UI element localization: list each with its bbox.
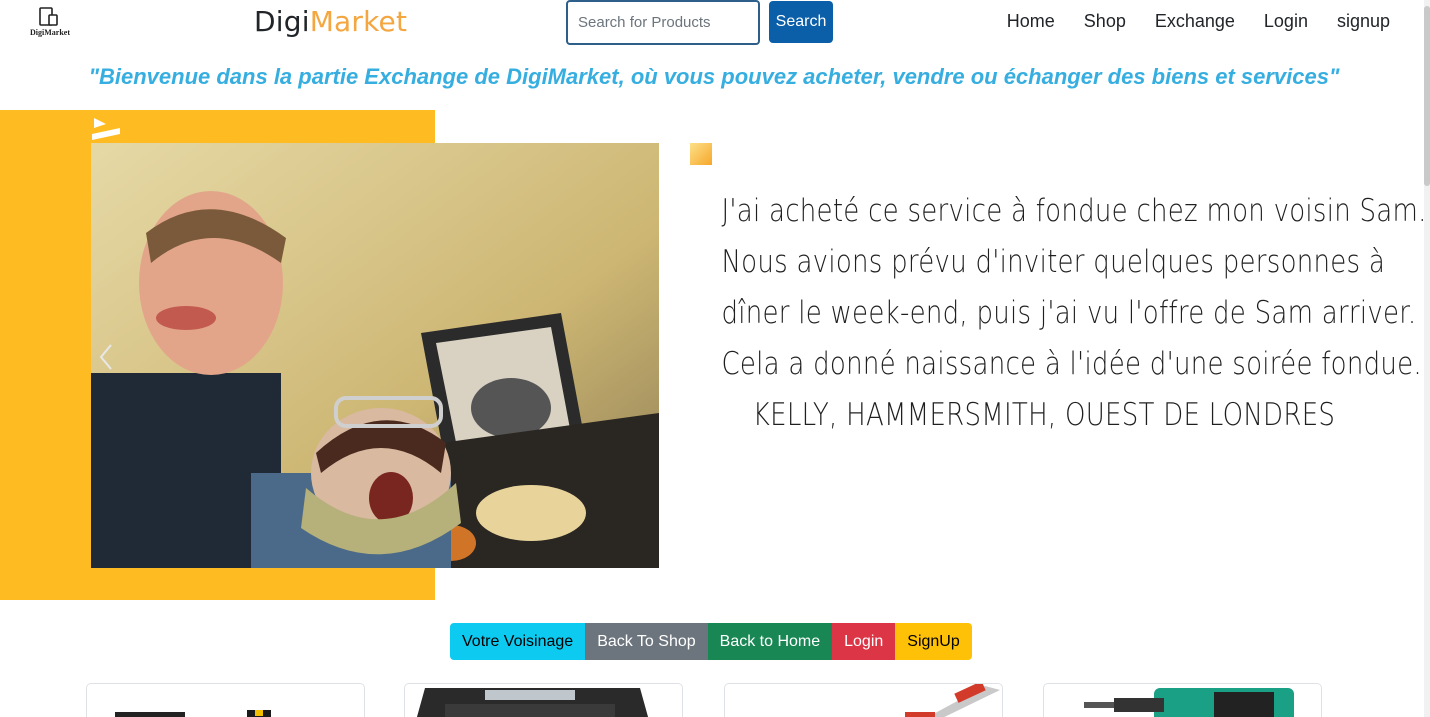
- stripe-decoration-icon: [92, 118, 120, 140]
- quote-line: Nous avions prévu d'inviter quelques per…: [721, 244, 1386, 280]
- scrollbar-thumb[interactable]: [1424, 6, 1430, 186]
- product-card[interactable]: [404, 683, 683, 717]
- signup-button[interactable]: SignUp: [895, 623, 972, 660]
- search-input[interactable]: [566, 0, 760, 45]
- brand-title[interactable]: DigiMarket: [254, 5, 407, 38]
- carousel-prev-icon[interactable]: [96, 342, 118, 372]
- main-nav: Home Shop Exchange Login signup: [1007, 11, 1390, 32]
- nav-home[interactable]: Home: [1007, 11, 1055, 32]
- logo-caption: DigiMarket: [30, 28, 70, 37]
- back-to-shop-button[interactable]: Back To Shop: [585, 623, 708, 660]
- quote-line: J'ai acheté ce service à fondue chez mon…: [721, 193, 1427, 229]
- nav-exchange[interactable]: Exchange: [1155, 11, 1235, 32]
- product-card[interactable]: [86, 683, 365, 717]
- login-button[interactable]: Login: [832, 623, 896, 660]
- quote-author: KELLY, HAMMERSMITH, OUEST DE LONDRES: [752, 397, 1336, 433]
- brand-part-digi: Digi: [254, 5, 310, 38]
- page-scrollbar[interactable]: [1424, 0, 1430, 717]
- votre-voisinage-button[interactable]: Votre Voisinage: [450, 623, 586, 660]
- action-button-group: Votre Voisinage Back To Shop Back to Hom…: [450, 623, 972, 660]
- product-card[interactable]: [1043, 683, 1322, 717]
- quote-line: dîner le week-end, puis j'ai vu l'offre …: [721, 295, 1417, 331]
- testimonial-carousel: J'ai acheté ce service à fondue chez mon…: [0, 110, 1430, 600]
- back-to-home-button[interactable]: Back to Home: [707, 623, 833, 660]
- brand-part-market: Market: [309, 5, 408, 38]
- nav-signup[interactable]: signup: [1337, 11, 1390, 32]
- nav-login[interactable]: Login: [1264, 11, 1308, 32]
- nav-shop[interactable]: Shop: [1084, 11, 1126, 32]
- product-card-row: [0, 683, 1430, 717]
- quote-decoration-square: [690, 143, 712, 165]
- welcome-banner: "Bienvenue dans la partie Exchange de Di…: [88, 64, 1340, 89]
- devices-icon: [39, 7, 58, 26]
- testimonial-quote: J'ai acheté ce service à fondue chez mon…: [721, 186, 1427, 441]
- site-header: DigiMarket DigiMarket Search Home Shop E…: [0, 0, 1430, 46]
- search-button[interactable]: Search: [769, 1, 833, 43]
- site-logo[interactable]: DigiMarket: [28, 6, 72, 40]
- product-card[interactable]: [724, 683, 1003, 717]
- testimonial-photo: [91, 143, 659, 568]
- quote-line: Cela a donné naissance à l'idée d'une so…: [721, 346, 1422, 382]
